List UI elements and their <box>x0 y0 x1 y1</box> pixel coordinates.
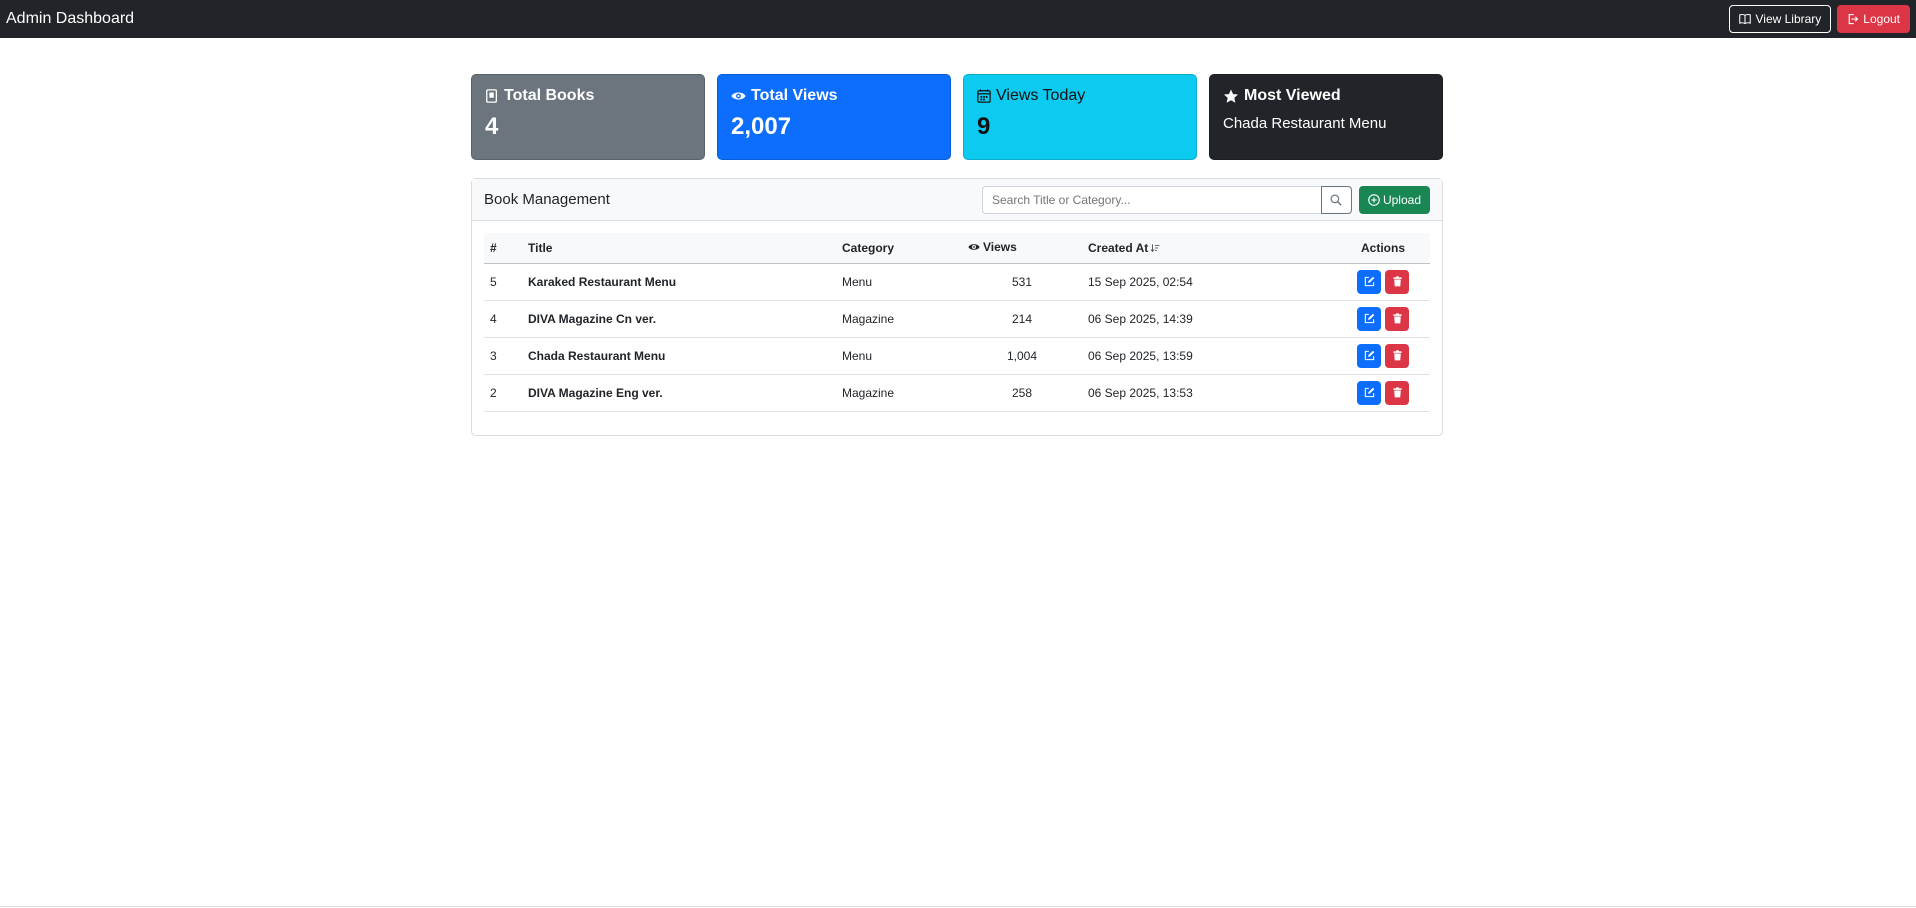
card-tools: Upload <box>981 185 1430 214</box>
edit-button[interactable] <box>1357 343 1381 368</box>
logout-icon <box>1847 13 1859 25</box>
column-header-title: Title <box>528 240 553 255</box>
upload-button[interactable]: Upload <box>1358 185 1430 214</box>
stat-value: 9 <box>977 113 991 140</box>
cell-title: DIVA Magazine Cn ver. <box>528 311 657 326</box>
edit-button[interactable] <box>1357 380 1381 405</box>
nav-actions: View Library Logout <box>1729 5 1910 33</box>
cell-id: 3 <box>490 348 497 363</box>
stat-value: 4 <box>485 113 499 140</box>
stat-total-views: Total Views 2,007 <box>717 74 951 160</box>
column-header-actions: Actions <box>1360 240 1405 255</box>
stat-total-books: Total Books 4 <box>471 74 705 160</box>
page-title: Admin Dashboard <box>6 10 135 27</box>
plus-circle-icon <box>1368 193 1380 206</box>
cell-category: Magazine <box>842 311 895 326</box>
trash-icon <box>1392 350 1403 361</box>
cell-category: Menu <box>842 274 873 289</box>
column-header-views-label: Views <box>983 240 1017 255</box>
cell-actions <box>1336 263 1430 300</box>
star-icon <box>1223 88 1239 104</box>
trash-icon <box>1392 276 1403 287</box>
edit-icon <box>1364 350 1375 361</box>
table-header-row: # Title Category Views Created At Action… <box>484 233 1430 263</box>
view-library-label: View Library <box>1755 12 1822 26</box>
upload-label: Upload <box>1382 192 1421 207</box>
edit-icon <box>1364 313 1375 324</box>
table-row: 3 Chada Restaurant Menu Menu 1,004 06 Se… <box>484 337 1430 374</box>
stat-value: Chada Restaurant Menu <box>1223 115 1387 132</box>
view-library-button[interactable]: View Library <box>1729 5 1832 33</box>
stat-label: Total Books <box>504 87 595 104</box>
cell-views: 1,004 <box>1006 348 1038 363</box>
column-header-category: Category <box>842 240 895 255</box>
cell-id: 2 <box>490 385 497 400</box>
cell-title: Karaked Restaurant Menu <box>528 274 677 289</box>
delete-button[interactable] <box>1385 306 1409 331</box>
search-group <box>981 185 1352 214</box>
trash-icon <box>1392 313 1403 324</box>
delete-button[interactable] <box>1385 343 1409 368</box>
stat-label: Views Today <box>996 87 1086 104</box>
card-title: Book Management <box>484 191 610 208</box>
search-icon <box>1330 194 1343 206</box>
book-open-icon <box>1739 13 1752 25</box>
column-header-views[interactable]: Views <box>962 233 1082 263</box>
trash-icon <box>1392 387 1403 398</box>
cell-views: 214 <box>1011 311 1033 326</box>
cell-created-at: 06 Sep 2025, 14:39 <box>1088 311 1193 326</box>
delete-button[interactable] <box>1385 269 1409 294</box>
cell-id: 4 <box>490 311 497 326</box>
table-row: 2 DIVA Magazine Eng ver. Magazine 258 06… <box>484 374 1430 411</box>
stat-value: 2,007 <box>731 113 792 140</box>
top-navbar: Admin Dashboard View Library Logout <box>0 0 1916 38</box>
stats-row: Total Books 4 Total Views 2,007 Views To… <box>471 74 1443 160</box>
eye-icon <box>968 242 980 252</box>
cell-title: Chada Restaurant Menu <box>528 348 666 363</box>
column-header-created-at-label: Created At <box>1088 240 1149 255</box>
logout-button[interactable]: Logout <box>1837 5 1910 33</box>
cell-category: Menu <box>842 348 873 363</box>
cell-views: 258 <box>1011 385 1033 400</box>
main-content: Total Books 4 Total Views 2,007 Views To… <box>471 74 1443 436</box>
table-wrapper: # Title Category Views Created At Action… <box>472 221 1442 412</box>
card-header: Book Management Upload <box>472 179 1442 221</box>
bottom-divider <box>0 906 1916 907</box>
cell-category: Magazine <box>842 385 895 400</box>
stat-label: Most Viewed <box>1244 87 1341 104</box>
cell-actions <box>1336 337 1430 374</box>
cell-id: 5 <box>490 274 497 289</box>
cell-title: DIVA Magazine Eng ver. <box>528 385 663 400</box>
search-button[interactable] <box>1320 185 1352 214</box>
stat-views-today: Views Today 9 <box>963 74 1197 160</box>
cell-actions <box>1336 374 1430 411</box>
logout-label: Logout <box>1863 12 1900 26</box>
column-header-created-at[interactable]: Created At <box>1082 233 1336 263</box>
edit-icon <box>1364 276 1375 287</box>
search-input[interactable] <box>981 185 1321 214</box>
cell-created-at: 06 Sep 2025, 13:53 <box>1088 385 1193 400</box>
edit-icon <box>1364 387 1375 398</box>
column-header-id: # <box>490 240 497 255</box>
edit-button[interactable] <box>1357 306 1381 331</box>
eye-icon <box>731 89 746 103</box>
stat-label: Total Views <box>751 87 838 104</box>
book-management-card: Book Management Upload <box>471 178 1443 436</box>
cell-views: 531 <box>1011 274 1033 289</box>
cell-created-at: 15 Sep 2025, 02:54 <box>1088 274 1193 289</box>
table-row: 5 Karaked Restaurant Menu Menu 531 15 Se… <box>484 263 1430 300</box>
cell-actions <box>1336 300 1430 337</box>
books-table: # Title Category Views Created At Action… <box>484 233 1430 412</box>
cell-created-at: 06 Sep 2025, 13:59 <box>1088 348 1193 363</box>
journal-icon <box>485 89 499 103</box>
stat-most-viewed: Most Viewed Chada Restaurant Menu <box>1209 74 1443 160</box>
edit-button[interactable] <box>1357 269 1381 294</box>
delete-button[interactable] <box>1385 380 1409 405</box>
table-row: 4 DIVA Magazine Cn ver. Magazine 214 06 … <box>484 300 1430 337</box>
calendar-icon <box>977 89 991 103</box>
sort-down-icon[interactable] <box>1150 243 1160 253</box>
